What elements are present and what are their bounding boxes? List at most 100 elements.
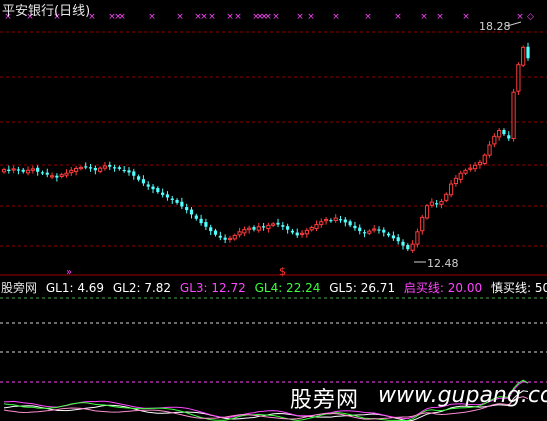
candle-body-44 [213,230,218,235]
candle-body-6 [30,168,35,171]
candle-body-63 [304,229,309,235]
candle-body-45 [218,235,222,238]
candle-body-35 [170,198,174,200]
signal-cross-23: × [394,12,402,22]
candle-body-54 [261,226,266,228]
candle-body-91 [439,200,444,205]
candle-body-23 [112,167,117,169]
candle-body-38 [185,207,189,211]
candle-body-109 [526,46,530,59]
candle-body-55 [266,224,271,230]
gl3-value: GL3: 12.72 [179,281,246,295]
candle-body-100 [482,154,487,164]
candle-body-78 [377,229,381,231]
gl2-value: GL2: 7.82 [112,281,172,295]
gl1-value: GL1: 4.69 [45,281,105,295]
candle-body-90 [435,203,439,205]
candle-body-66 [319,221,324,226]
candle-body-22 [108,164,112,167]
candle-body-17 [84,166,88,168]
candle-body-31 [151,186,155,190]
signal-cross-8: × [176,12,184,22]
signal-cross-21: × [332,12,340,22]
candle-body-1 [7,169,11,172]
candle-body-61 [295,232,299,236]
candle-body-46 [223,237,227,240]
candle-body-105 [507,135,511,139]
candlestick-chart[interactable]: × × × × ××× × × ×× × × × ×××× × × × × × × × × × × ◇» $ [0,0,547,421]
candle-body-95 [458,172,463,180]
candle-body-5 [25,169,31,174]
candle-body-26 [127,170,131,173]
candle-body-93 [448,183,454,196]
candle-body-77 [372,228,377,231]
candle-body-4 [21,169,25,172]
candle-body-53 [256,226,261,231]
candle-body-42 [204,222,208,227]
candle-body-57 [276,222,280,225]
candle-body-40 [194,215,198,219]
candle-body-70 [338,219,343,221]
high-price-label: 18.28 [479,20,511,33]
watermark-brand: 股旁网 [290,388,360,413]
candle-body-9 [45,172,49,175]
candle-body-65 [314,224,319,230]
candle-body-107 [516,64,521,92]
candle-body-96 [463,169,468,174]
candle-body-103 [497,130,502,138]
candle-body-86 [415,231,420,245]
candle-body-67 [323,219,329,222]
candle-body-47 [227,237,233,241]
candle-body-13 [64,172,69,176]
candle-body-50 [242,229,247,234]
candle-body-75 [362,232,367,234]
candle-body-81 [391,235,395,239]
candle-body-69 [333,217,338,221]
candle-body-82 [396,237,400,242]
candle-body-88 [424,205,430,219]
candle-body-21 [102,165,108,169]
candle-body-62 [299,232,305,235]
candle-body-87 [420,216,425,232]
signal-cross-10: × [200,12,208,22]
candle-body-29 [141,179,146,184]
smx-value: 慎买线: 50.00 [490,281,547,295]
candle-body-83 [401,241,405,246]
candle-body-16 [78,166,84,170]
candle-body-59 [286,226,290,230]
candle-body-51 [247,227,252,231]
candle-body-19 [93,167,97,171]
candle-body-94 [453,177,458,185]
candle-body-11 [55,175,59,178]
signal-cross-24: × [420,12,428,22]
window-title: 平安银行(日线) [2,4,91,19]
gl5-value: GL5: 26.71 [329,281,396,295]
candle-body-33 [161,192,165,195]
candle-body-2 [11,168,16,171]
candle-body-24 [117,167,121,169]
candle-body-85 [410,243,415,251]
signal-cross-18: × [272,12,280,22]
candle-body-30 [146,184,150,187]
candle-body-64 [309,226,314,231]
candle-body-99 [477,161,483,166]
signal-arrow: » [66,267,72,278]
candle-body-98 [473,164,478,170]
candle-body-36 [175,199,179,203]
candle-body-108 [521,46,526,66]
candle-body-56 [271,223,276,226]
signal-cross-20: × [307,12,315,22]
candle-body-49 [237,231,242,236]
candle-body-41 [199,218,203,224]
candle-body-76 [367,230,372,234]
candle-body-58 [281,225,285,227]
gl4-value: GL4: 22.24 [254,281,321,295]
candle-body-32 [156,188,160,193]
candle-body-3 [16,169,21,171]
signal-cross-26: × [462,12,470,22]
candle-body-20 [98,167,103,172]
candle-body-106 [511,91,516,139]
candle-body-27 [132,171,136,176]
candle-body-71 [343,219,347,223]
signal-dollar: $ [279,265,286,278]
